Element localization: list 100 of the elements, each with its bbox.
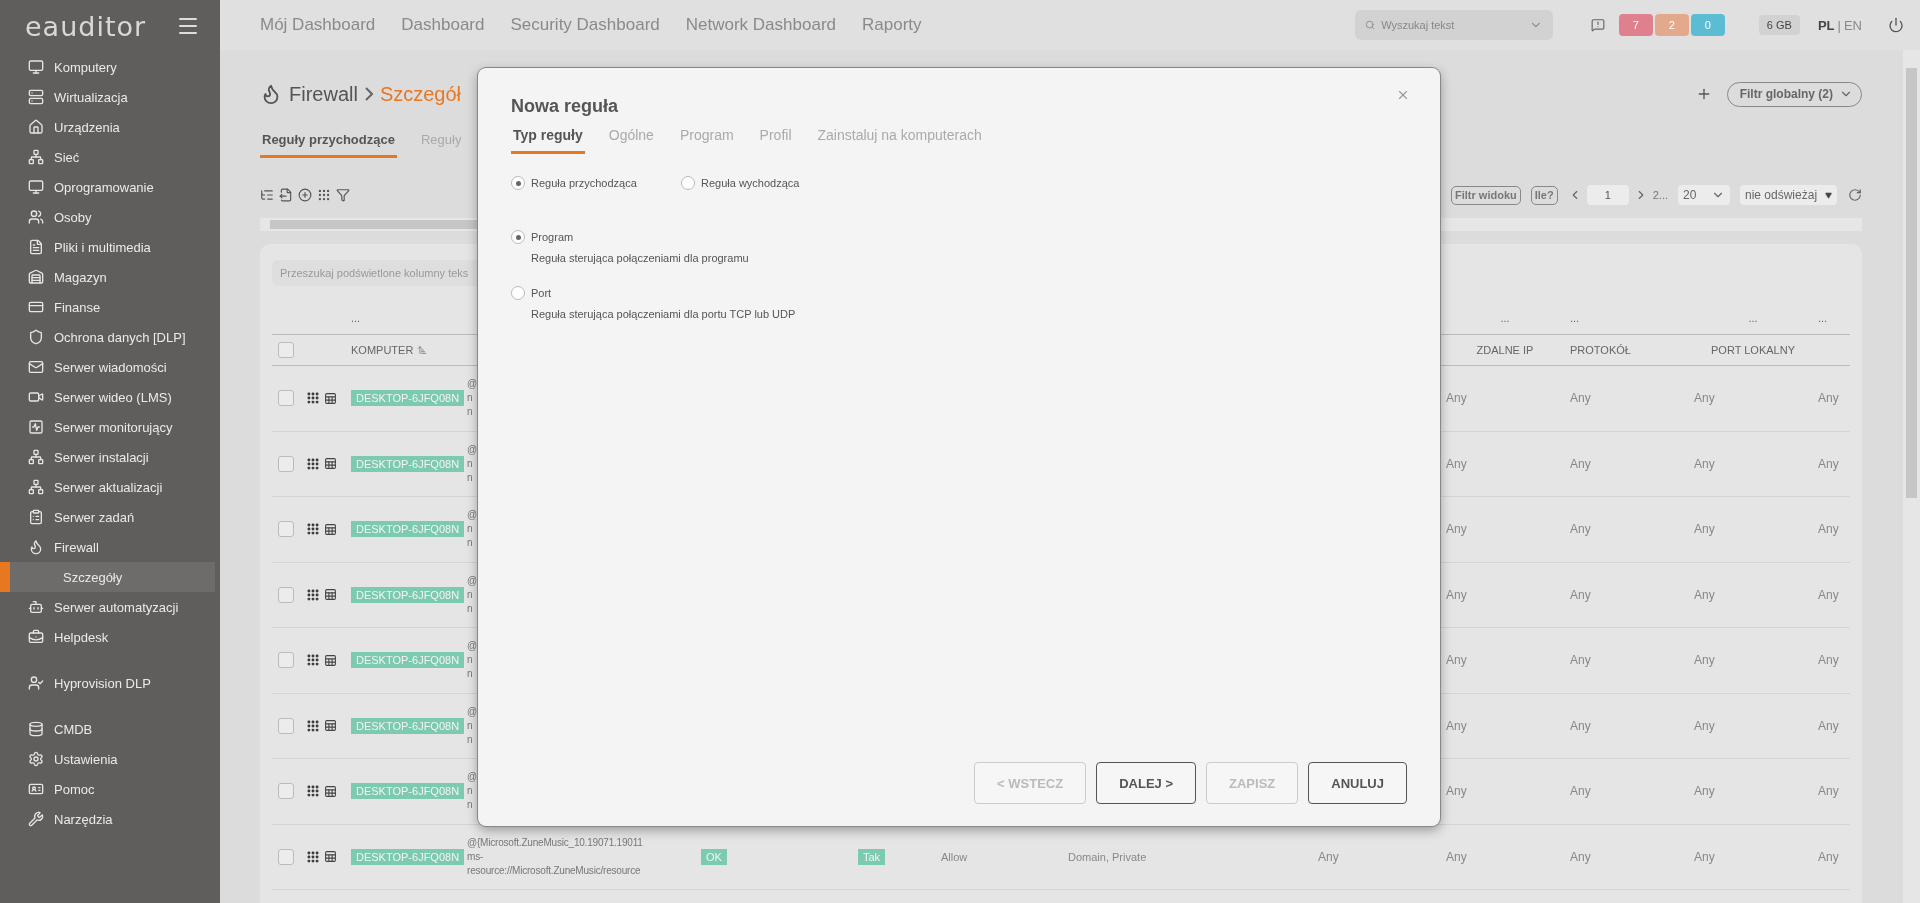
checkbox[interactable]: [278, 586, 294, 603]
alert-icon[interactable]: [1590, 18, 1605, 32]
page-field[interactable]: 1: [1586, 185, 1629, 205]
table-icon[interactable]: [324, 391, 337, 405]
radio-label[interactable]: Port: [531, 287, 552, 299]
radio-label[interactable]: Reguła wychodząca: [701, 177, 800, 189]
column-header[interactable]: PROTOKÓŁ: [1570, 344, 1631, 356]
table-icon[interactable]: [324, 653, 337, 667]
view-filter-button[interactable]: Filtr widoku: [1451, 185, 1521, 205]
sidebar-item[interactable]: Sieć: [0, 142, 220, 172]
column-filter[interactable]: ...: [351, 312, 361, 324]
checkbox[interactable]: [278, 342, 294, 358]
nav-link[interactable]: Raporty: [862, 15, 922, 35]
grid-icon[interactable]: [306, 718, 320, 733]
sidebar-item[interactable]: Komputery: [0, 52, 220, 82]
search-input[interactable]: Wyszukaj tekst: [1379, 18, 1526, 32]
table-icon[interactable]: [324, 784, 337, 798]
vertical-scrollbar[interactable]: [1903, 50, 1920, 903]
nav-link[interactable]: Network Dashboard: [685, 15, 836, 35]
checkbox[interactable]: [278, 455, 294, 472]
table-icon[interactable]: [324, 719, 337, 733]
grid-icon[interactable]: [306, 587, 320, 602]
table-icon[interactable]: [324, 522, 337, 536]
column-filter[interactable]: ...: [1500, 312, 1510, 324]
nav-link[interactable]: Mój Dashboard: [260, 15, 376, 35]
column-filter[interactable]: ...: [1818, 312, 1828, 324]
search-field[interactable]: Wyszukaj tekst: [1354, 10, 1553, 40]
sidebar-item[interactable]: Narzędzia: [0, 804, 220, 834]
nav-link[interactable]: Dashboard: [401, 15, 485, 35]
checkbox[interactable]: [278, 783, 294, 800]
sidebar-item[interactable]: Firewall: [0, 532, 220, 562]
add-icon[interactable]: [298, 188, 312, 202]
checkbox[interactable]: [278, 390, 294, 407]
network-icon: [28, 449, 44, 465]
sidebar-item[interactable]: CMDB: [0, 714, 220, 744]
sidebar-item[interactable]: Serwer automatyzacji: [0, 592, 220, 622]
radio-button[interactable]: [511, 286, 525, 300]
table-cell: Any: [1818, 522, 1839, 537]
sidebar-item[interactable]: Serwer monitorujący: [0, 412, 220, 442]
sidebar-item[interactable]: Serwer zadań: [0, 502, 220, 532]
radio-label[interactable]: Reguła przychodząca: [531, 177, 637, 189]
dialog-button[interactable]: ANULUJ: [1308, 762, 1407, 804]
grid-icon[interactable]: [306, 522, 320, 537]
tab[interactable]: Reguły przychodzące: [260, 126, 397, 158]
grid-icon[interactable]: [306, 849, 320, 864]
sidebar-item[interactable]: Serwer instalacji: [0, 442, 220, 472]
filter-icon[interactable]: [336, 188, 350, 202]
grid-icon[interactable]: [306, 391, 320, 406]
language-link[interactable]: PL: [1817, 17, 1835, 33]
page-size-select[interactable]: 20: [1678, 185, 1730, 205]
sidebar-item[interactable]: Serwer wiadomości: [0, 352, 220, 382]
grid-icon[interactable]: [306, 456, 320, 471]
sidebar-item[interactable]: Pliki i multimedia: [0, 232, 220, 262]
breadcrumb-item[interactable]: Firewall: [289, 82, 358, 106]
column-filter[interactable]: ...: [1570, 312, 1580, 324]
checkbox[interactable]: [278, 848, 294, 865]
tab[interactable]: Typ reguły: [511, 121, 585, 154]
grid-icon[interactable]: [306, 653, 320, 668]
power-icon[interactable]: [1888, 17, 1904, 33]
card-icon: [28, 299, 44, 315]
radio-button[interactable]: [681, 176, 695, 190]
sidebar-item[interactable]: Magazyn: [0, 262, 220, 292]
radio-button[interactable]: [511, 230, 525, 244]
sidebar-item[interactable]: Ochrona danych [DLP]: [0, 322, 220, 352]
dialog-button[interactable]: DALEJ >: [1096, 762, 1197, 804]
export-icon[interactable]: [279, 188, 293, 202]
sidebar-item[interactable]: Finanse: [0, 292, 220, 322]
column-filter[interactable]: ...: [1748, 312, 1758, 324]
nav-link[interactable]: Security Dashboard: [510, 15, 660, 35]
radio-label[interactable]: Program: [531, 231, 574, 243]
grid-icon[interactable]: [317, 188, 331, 202]
column-header[interactable]: ZDALNE IP: [1476, 344, 1534, 356]
count-badge[interactable]: 7: [1618, 14, 1653, 36]
column-header[interactable]: KOMPUTER: [351, 344, 414, 356]
checkbox[interactable]: [278, 521, 294, 538]
sidebar-item[interactable]: Serwer aktualizacji: [0, 472, 220, 502]
refresh-select[interactable]: nie odświeżaj: [1740, 185, 1837, 205]
grid-icon[interactable]: [306, 784, 320, 799]
checkbox[interactable]: [278, 717, 294, 734]
sidebar-item[interactable]: Pomoc: [0, 774, 220, 804]
sidebar-item[interactable]: Serwer wideo (LMS): [0, 382, 220, 412]
sidebar-item[interactable]: Szczegóły: [0, 562, 215, 592]
table-icon[interactable]: [324, 850, 337, 864]
settings-icon: [28, 751, 44, 767]
count-button[interactable]: Ile?: [1530, 185, 1558, 205]
column-header[interactable]: PORT LOKALNY: [1711, 344, 1795, 356]
sidebar-item[interactable]: Ustawienia: [0, 744, 220, 774]
sidebar-item[interactable]: Urządzenia: [0, 112, 220, 142]
sidebar-item[interactable]: Wirtualizacja: [0, 82, 220, 112]
sidebar-item[interactable]: Oprogramowanie: [0, 172, 220, 202]
language-link[interactable]: EN: [1843, 17, 1862, 33]
sidebar-item[interactable]: Helpdesk: [0, 622, 220, 652]
checkbox[interactable]: [278, 652, 294, 669]
sidebar-item[interactable]: Osoby: [0, 202, 220, 232]
tree-list-icon[interactable]: [260, 188, 274, 202]
radio-button[interactable]: [511, 176, 525, 190]
sidebar-item[interactable]: Hyprovision DLP: [0, 668, 220, 698]
refresh-icon[interactable]: [1848, 188, 1862, 202]
table-icon[interactable]: [324, 588, 337, 602]
table-icon[interactable]: [324, 457, 337, 471]
